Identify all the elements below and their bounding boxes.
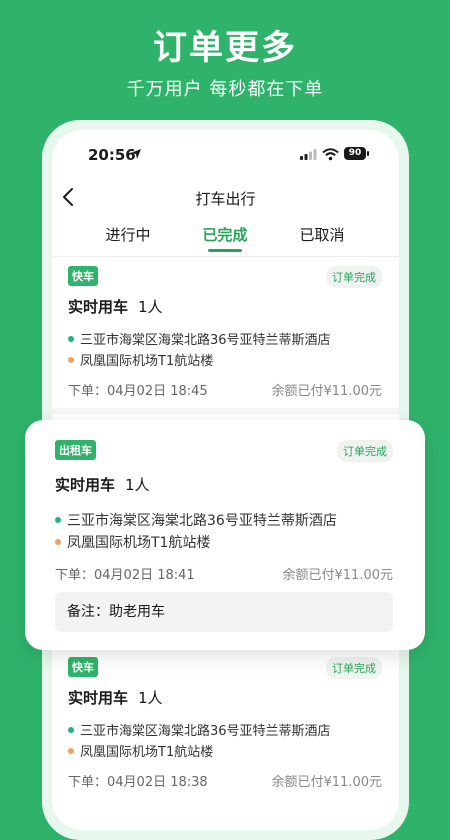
end-address: 凤凰国际机场T1航站楼 <box>55 532 210 552</box>
ride-type: 实时用车 1人 <box>68 687 163 708</box>
start-dot-icon <box>55 517 61 523</box>
end-address-text: 凤凰国际机场T1航站楼 <box>67 535 211 551</box>
card-separator <box>52 408 399 414</box>
passenger-count: 1人 <box>138 689 163 707</box>
tab-divider <box>52 256 399 257</box>
status-bar: 20:56 90 <box>52 144 399 166</box>
tab-completed-label: 已完成 <box>202 226 248 244</box>
start-address-text: 三亚市海棠区海棠北路36号亚特兰蒂斯酒店 <box>67 513 337 529</box>
order-card-body: 出租车 订单完成 实时用车 1人 三亚市海棠区海棠北路36号亚特兰蒂斯酒店 凤凰国… <box>55 440 394 583</box>
paid-amount: 余额已付¥11.00元 <box>271 775 383 790</box>
hero-title: 订单更多 <box>153 28 297 68</box>
order-card[interactable]: 快车 订单完成 实时用车 1人 三亚市海棠区海棠北路36号亚特兰蒂斯酒店 凤凰国际… <box>68 657 382 792</box>
tab-completed[interactable]: 已完成 <box>185 224 265 252</box>
end-address: 凤凰国际机场T1航站楼 <box>68 741 213 760</box>
order-card[interactable]: 快车 订单完成 实时用车 1人 三亚市海棠区海棠北路36号亚特兰蒂斯酒店 凤凰国际… <box>68 266 382 401</box>
order-remark: 备注：助老用车 <box>55 592 393 632</box>
location-arrow-icon <box>131 149 141 159</box>
ride-badge: 快车 <box>68 657 98 677</box>
order-status-chip: 订单完成 <box>337 440 393 462</box>
order-time: 下单：04月02日 18:45 <box>68 384 208 399</box>
start-address: 三亚市海棠区海棠北路36号亚特兰蒂斯酒店 <box>55 510 337 530</box>
ride-badge: 快车 <box>68 266 98 286</box>
end-address-text: 凤凰国际机场T1航站楼 <box>80 745 214 760</box>
passenger-count: 1人 <box>125 476 150 494</box>
end-dot-icon <box>68 748 74 754</box>
ride-type-label: 实时用车 <box>55 476 116 494</box>
end-dot-icon <box>68 357 74 363</box>
start-address: 三亚市海棠区海棠北路36号亚特兰蒂斯酒店 <box>68 329 331 348</box>
page-title: 打车出行 <box>195 190 256 208</box>
order-time: 下单：04月02日 18:41 <box>55 568 195 583</box>
start-address-text: 三亚市海棠区海棠北路36号亚特兰蒂斯酒店 <box>80 724 331 739</box>
tab-in-progress[interactable]: 进行中 <box>88 224 168 245</box>
start-dot-icon <box>68 727 74 733</box>
start-dot-icon <box>68 336 74 342</box>
order-status-chip: 订单完成 <box>326 657 382 679</box>
active-tab-indicator <box>208 249 242 252</box>
passenger-count: 1人 <box>138 298 163 316</box>
end-address-text: 凤凰国际机场T1航站楼 <box>80 354 214 369</box>
status-time: 20:56 <box>88 146 136 164</box>
ride-type-label: 实时用车 <box>68 298 129 316</box>
paid-amount: 余额已付¥11.00元 <box>282 568 394 583</box>
end-address: 凤凰国际机场T1航站楼 <box>68 350 213 369</box>
ride-type-label: 实时用车 <box>68 689 129 707</box>
battery-icon: 90 <box>344 147 366 160</box>
tab-cancelled[interactable]: 已取消 <box>282 224 362 245</box>
ride-badge: 出租车 <box>55 440 96 460</box>
nav-bar: 打车出行 <box>52 185 399 209</box>
ride-type: 实时用车 1人 <box>68 296 163 317</box>
order-time: 下单：04月02日 18:38 <box>68 775 208 790</box>
wifi-icon <box>322 148 339 161</box>
order-status-chip: 订单完成 <box>326 266 382 288</box>
paid-amount: 余额已付¥11.00元 <box>271 384 383 399</box>
start-address-text: 三亚市海棠区海棠北路36号亚特兰蒂斯酒店 <box>80 333 331 348</box>
hero-subtitle: 千万用户 每秒都在下单 <box>126 79 324 100</box>
order-tabs: 进行中 已完成 已取消 <box>52 224 399 254</box>
signal-icon <box>300 149 317 160</box>
ride-type: 实时用车 1人 <box>55 474 150 495</box>
battery-tip <box>367 151 369 156</box>
highlighted-order-card[interactable]: 出租车 订单完成 实时用车 1人 三亚市海棠区海棠北路36号亚特兰蒂斯酒店 凤凰国… <box>25 420 425 650</box>
end-dot-icon <box>55 539 61 545</box>
start-address: 三亚市海棠区海棠北路36号亚特兰蒂斯酒店 <box>68 720 331 739</box>
